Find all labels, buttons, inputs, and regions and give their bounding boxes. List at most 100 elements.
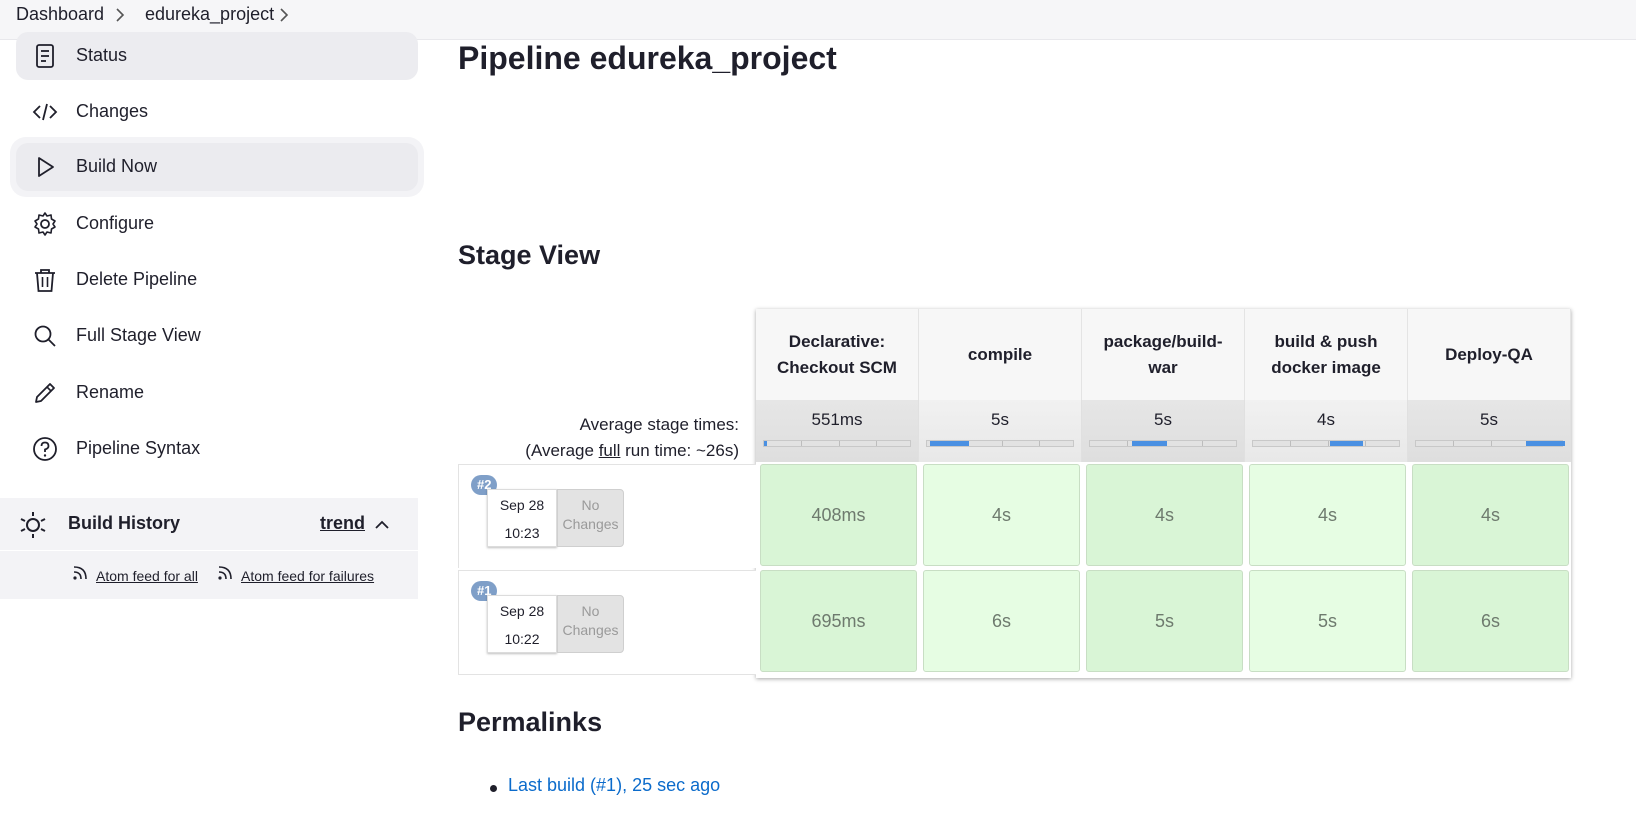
stage-view-table: Declarative: Checkout SCM 551ms compile 5s p…: [756, 309, 1571, 678]
stage-header: build & push docker image: [1245, 309, 1408, 400]
sidebar-item-label: Full Stage View: [76, 325, 201, 345]
sidebar-item-label: Changes: [76, 101, 149, 121]
code-icon: [32, 99, 58, 125]
progress-fill: [764, 441, 767, 446]
sidebar-item-label: Configure: [76, 213, 155, 233]
stage-cell-success[interactable]: 695ms: [760, 570, 917, 672]
stage-cell-success[interactable]: 6s: [1412, 570, 1569, 672]
atom-feed-all-link[interactable]: Atom feed for all: [96, 568, 198, 584]
progress-tick: [1202, 441, 1203, 446]
stage-cell-success[interactable]: 5s: [1086, 570, 1243, 672]
sidebar-item-status[interactable]: Status: [16, 32, 418, 80]
sidebar-item-label: Delete Pipeline: [76, 269, 198, 289]
permalinks-title: Permalinks: [458, 707, 603, 737]
stage-average-time: 5s: [1480, 410, 1498, 429]
help-icon: [32, 436, 58, 462]
stage-cell-success[interactable]: 4s: [1412, 464, 1569, 566]
chevron-right-icon[interactable]: [112, 6, 128, 24]
sidebar-item-label: Pipeline Syntax: [76, 438, 201, 458]
progress-tick: [1127, 441, 1128, 446]
stage-average-time: 5s: [1154, 410, 1172, 429]
progress-fill: [1131, 441, 1168, 446]
stage-cell-success[interactable]: 6s: [923, 570, 1080, 672]
build-history-header: Build History trend: [0, 498, 418, 550]
run-changes: No Changes: [557, 595, 624, 653]
trash-icon: [32, 267, 58, 293]
stage-progress-bar: [926, 440, 1074, 447]
avg-line-2: (Average full run time: ~26s): [525, 441, 739, 460]
stage-average: 5s: [1082, 400, 1245, 462]
stage-cell-success[interactable]: 4s: [1086, 464, 1243, 566]
build-history-icon: [18, 510, 48, 540]
chevron-up-icon[interactable]: [373, 516, 391, 534]
stage-average-time: 5s: [991, 410, 1009, 429]
stage-header: package/build-war: [1082, 309, 1245, 400]
progress-tick: [1365, 441, 1366, 446]
trend-link[interactable]: trend: [320, 513, 365, 534]
progress-fill: [929, 441, 969, 446]
sidebar-item-label: Rename: [76, 382, 145, 402]
stage-progress-bar: [1252, 440, 1400, 447]
sidebar-item-build-now[interactable]: Build Now: [16, 143, 418, 191]
run-row-1[interactable]: #1 Sep 28 10:22 No Changes: [458, 570, 756, 675]
last-build-link[interactable]: Last build (#1), 25 sec ago: [508, 775, 720, 796]
run-date: Sep 28 10:23: [487, 489, 557, 547]
progress-tick: [1039, 441, 1040, 446]
sidebar-item-label: Status: [76, 45, 128, 65]
stage-progress-bar: [1415, 440, 1565, 447]
atom-feeds: Atom feed for all Atom feed for failures: [0, 551, 418, 599]
progress-fill: [1526, 441, 1565, 446]
search-icon: [32, 323, 58, 349]
stage-average: 5s: [919, 400, 1082, 462]
chevron-right-icon[interactable]: [276, 6, 292, 24]
sidebar-item-configure[interactable]: Configure: [16, 200, 418, 248]
stage-progress-bar: [763, 440, 911, 447]
stage-view-title: Stage View: [458, 240, 601, 270]
progress-tick: [1491, 441, 1492, 446]
progress-tick: [1290, 441, 1291, 446]
rss-icon: [72, 565, 88, 581]
stage-progress-bar: [1089, 440, 1237, 447]
sidebar-item-pipeline-syntax[interactable]: Pipeline Syntax: [16, 425, 418, 473]
stage-average: 4s: [1245, 400, 1408, 462]
progress-tick: [1002, 441, 1003, 446]
rss-icon: [217, 565, 233, 581]
run-row-2[interactable]: #2 Sep 28 10:23 No Changes: [458, 464, 756, 568]
stage-header: Deploy-QA: [1408, 309, 1571, 400]
list-bullet: [490, 785, 497, 792]
progress-fill: [1330, 441, 1364, 446]
build-history-title: Build History: [68, 513, 181, 533]
atom-feed-failures-link[interactable]: Atom feed for failures: [241, 568, 374, 584]
stage-average: 5s: [1408, 400, 1571, 462]
stage-average-time: 4s: [1317, 410, 1335, 429]
pencil-icon: [32, 380, 58, 406]
stage-cell-success[interactable]: 5s: [1249, 570, 1406, 672]
sidebar-item-delete-pipeline[interactable]: Delete Pipeline: [16, 256, 418, 304]
document-icon: [32, 43, 58, 69]
stage-cell-success[interactable]: 408ms: [760, 464, 917, 566]
progress-tick: [1328, 441, 1329, 446]
stage-cell-success[interactable]: 4s: [923, 464, 1080, 566]
stage-cell-success[interactable]: 4s: [1249, 464, 1406, 566]
progress-tick: [801, 441, 802, 446]
stage-header: Declarative: Checkout SCM: [756, 309, 919, 400]
breadcrumb-dashboard[interactable]: Dashboard: [16, 4, 104, 25]
progress-tick: [876, 441, 877, 446]
play-icon: [32, 154, 58, 180]
page-title: Pipeline edureka_project: [458, 40, 837, 76]
stage-average-time: 551ms: [811, 410, 863, 429]
progress-tick: [839, 441, 840, 446]
average-stage-times-label: Average stage times: (Average full run t…: [525, 412, 739, 464]
sidebar-item-rename[interactable]: Rename: [16, 369, 418, 417]
breadcrumb-project[interactable]: edureka_project: [145, 4, 274, 25]
stage-header: compile: [919, 309, 1082, 400]
sidebar-item-full-stage-view[interactable]: Full Stage View: [16, 312, 418, 360]
avg-line-1: Average stage times:: [579, 415, 739, 434]
sidebar-item-changes[interactable]: Changes: [16, 88, 418, 136]
gear-icon: [32, 211, 58, 237]
run-changes: No Changes: [557, 489, 624, 547]
full-run-link[interactable]: full: [599, 441, 621, 460]
sidebar-item-label: Build Now: [76, 156, 158, 176]
stage-average: 551ms: [756, 400, 919, 462]
progress-tick: [1453, 441, 1454, 446]
